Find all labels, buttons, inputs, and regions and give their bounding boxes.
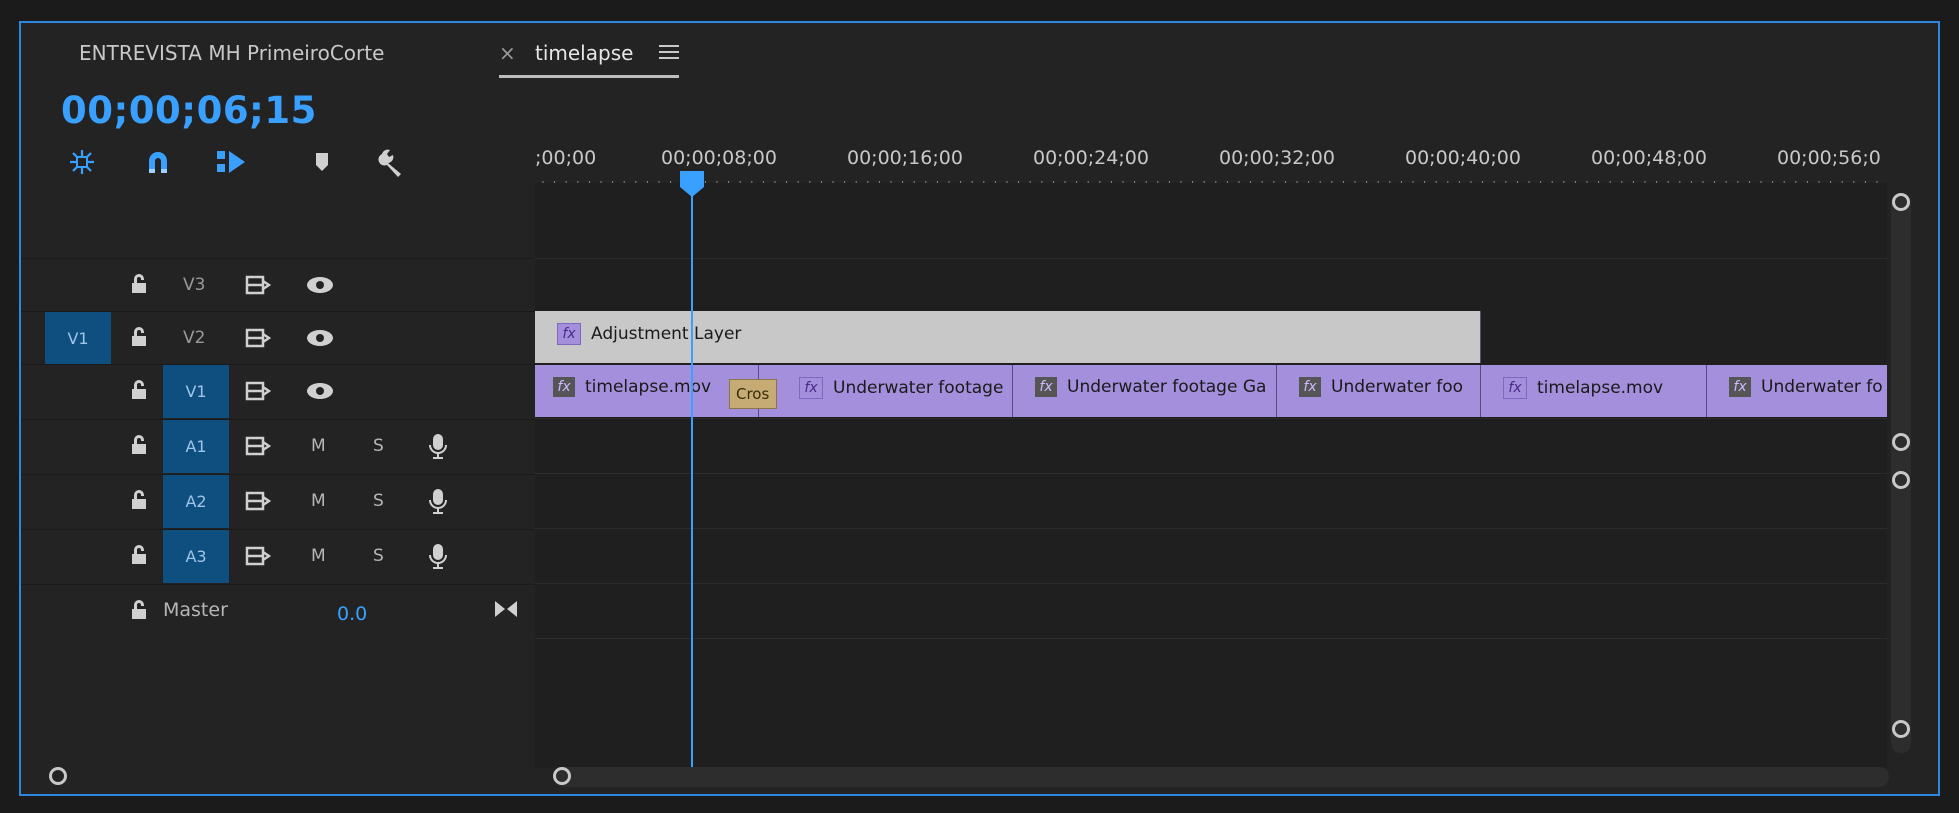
clip-name: timelapse.mov — [1537, 378, 1664, 398]
track-header-a1: A1 M S — [21, 419, 535, 473]
fx-badge: fx — [557, 323, 581, 345]
fx-badge: fx — [1035, 377, 1057, 397]
mute-button[interactable]: M — [311, 546, 326, 566]
go-to-in-out-icon[interactable] — [493, 599, 519, 619]
fx-badge: fx — [1729, 377, 1751, 397]
ruler-label: 00;00;24;00 — [1033, 147, 1149, 169]
snap-magnet-icon[interactable] — [141, 145, 175, 179]
scroll-handle[interactable] — [1892, 433, 1910, 451]
cross-dissolve-transition[interactable]: Cros — [729, 379, 777, 409]
eye-icon[interactable] — [305, 328, 335, 348]
zoom-handle[interactable] — [49, 767, 67, 785]
time-ruler[interactable]: ;00;00 00;00;08;00 00;00;16;00 00;00;24;… — [535, 85, 1887, 201]
sync-lock-icon[interactable] — [245, 436, 271, 456]
scroll-handle[interactable] — [1892, 193, 1910, 211]
scroll-handle[interactable] — [1892, 720, 1910, 738]
ruler-label: ;00;00 — [535, 147, 597, 169]
solo-button[interactable]: S — [373, 546, 384, 566]
clip-v1[interactable]: fx Underwater footage Ga — [1013, 365, 1277, 417]
track-label-v3[interactable]: V3 — [183, 275, 205, 295]
track-header-a2: A2 M S — [21, 474, 535, 528]
track-headers: V3 V1 V2 V1 A1 M S A2 M S A3 M S Master … — [21, 183, 535, 768]
clip-name: Underwater fo — [1761, 377, 1883, 397]
track-target-v1[interactable]: V1 — [163, 365, 229, 418]
nest-sequence-icon[interactable] — [65, 145, 99, 179]
fx-badge: fx — [799, 377, 823, 399]
lock-icon[interactable] — [129, 273, 149, 295]
timeline-panel: ENTREVISTA MH PrimeiroCorte × timelapse … — [19, 21, 1940, 796]
scroll-handle[interactable] — [553, 767, 571, 785]
clip-name: Underwater footage Ga — [1067, 377, 1267, 397]
track-target-a1[interactable]: A1 — [163, 420, 229, 473]
transition-label: Cros — [736, 385, 770, 403]
close-tab-icon[interactable]: × — [499, 41, 516, 65]
active-tab-underline — [499, 75, 679, 78]
track-label-v2[interactable]: V2 — [183, 328, 205, 348]
sync-lock-icon[interactable] — [245, 381, 271, 401]
lock-icon[interactable] — [129, 326, 149, 348]
clip-adjustment-layer[interactable]: fx Adjustment Layer — [535, 311, 1481, 363]
tab-timelapse[interactable]: timelapse — [535, 41, 633, 65]
playhead-line — [691, 195, 693, 769]
track-header-a3: A3 M S — [21, 529, 535, 583]
solo-button[interactable]: S — [373, 436, 384, 456]
clip-v1[interactable]: fx timelapse.mov — [1481, 365, 1707, 417]
ruler-label: 00;00;40;00 — [1405, 147, 1521, 169]
lock-icon[interactable] — [129, 379, 149, 401]
lock-icon[interactable] — [129, 434, 149, 456]
tab-entrevista[interactable]: ENTREVISTA MH PrimeiroCorte — [79, 41, 384, 65]
lock-icon[interactable] — [129, 544, 149, 566]
clip-v1[interactable]: fx Underwater foo — [1277, 365, 1481, 417]
sync-lock-icon[interactable] — [245, 328, 271, 348]
left-zoom-bar — [21, 765, 535, 787]
ruler-label: 00;00;08;00 — [661, 147, 777, 169]
playhead-timecode[interactable]: 00;00;06;15 — [61, 89, 317, 132]
lock-icon[interactable] — [129, 599, 149, 621]
master-track-label: Master — [163, 599, 228, 621]
track-header-v2: V1 V2 — [21, 311, 535, 365]
eye-icon[interactable] — [305, 275, 335, 295]
clip-name: Underwater foo — [1331, 377, 1464, 397]
wrench-settings-icon[interactable] — [375, 145, 409, 179]
linked-selection-icon[interactable] — [215, 145, 249, 179]
solo-button[interactable]: S — [373, 491, 384, 511]
microphone-icon[interactable] — [427, 487, 449, 517]
clip-name: Underwater footage — [833, 378, 1004, 398]
ruler-label: 00;00;16;00 — [847, 147, 963, 169]
microphone-icon[interactable] — [427, 432, 449, 462]
fx-badge: fx — [1503, 377, 1527, 399]
track-target-a2[interactable]: A2 — [163, 475, 229, 528]
clip-v1[interactable]: fx Underwater fo — [1707, 365, 1887, 417]
track-header-master: Master 0.0 — [21, 584, 535, 639]
track-target-a3[interactable]: A3 — [163, 530, 229, 583]
microphone-icon[interactable] — [427, 542, 449, 572]
fx-badge: fx — [553, 377, 575, 397]
lock-icon[interactable] — [129, 489, 149, 511]
ruler-label: 00;00;48;00 — [1591, 147, 1707, 169]
panel-menu-icon[interactable] — [659, 41, 679, 61]
sync-lock-icon[interactable] — [245, 491, 271, 511]
track-header-v3: V3 — [21, 258, 535, 312]
clip-v1[interactable]: fx Underwater footage — [759, 365, 1013, 417]
mute-button[interactable]: M — [311, 491, 326, 511]
sync-lock-icon[interactable] — [245, 275, 271, 295]
clip-name: Adjustment Layer — [591, 324, 742, 344]
ruler-label: 00;00;32;00 — [1219, 147, 1335, 169]
add-marker-icon[interactable] — [305, 145, 339, 179]
eye-icon[interactable] — [305, 381, 335, 401]
sync-lock-icon[interactable] — [245, 546, 271, 566]
mute-button[interactable]: M — [311, 436, 326, 456]
clip-v1[interactable]: fx timelapse.mov — [535, 365, 759, 417]
timeline-tracks[interactable]: fx Adjustment Layer fx timelapse.mov fx Und… — [535, 183, 1887, 768]
master-volume-value[interactable]: 0.0 — [337, 603, 367, 625]
ruler-label: 00;00;56;0 — [1777, 147, 1881, 169]
scroll-handle[interactable] — [1892, 471, 1910, 489]
fx-badge: fx — [1299, 377, 1321, 397]
tab-bar: ENTREVISTA MH PrimeiroCorte × timelapse — [21, 23, 1938, 83]
audio-vertical-scrollbar[interactable] — [1891, 473, 1911, 753]
track-header-v1: V1 — [21, 364, 535, 418]
horizontal-scrollbar[interactable] — [555, 767, 1889, 787]
source-patch-v1[interactable]: V1 — [45, 312, 111, 365]
